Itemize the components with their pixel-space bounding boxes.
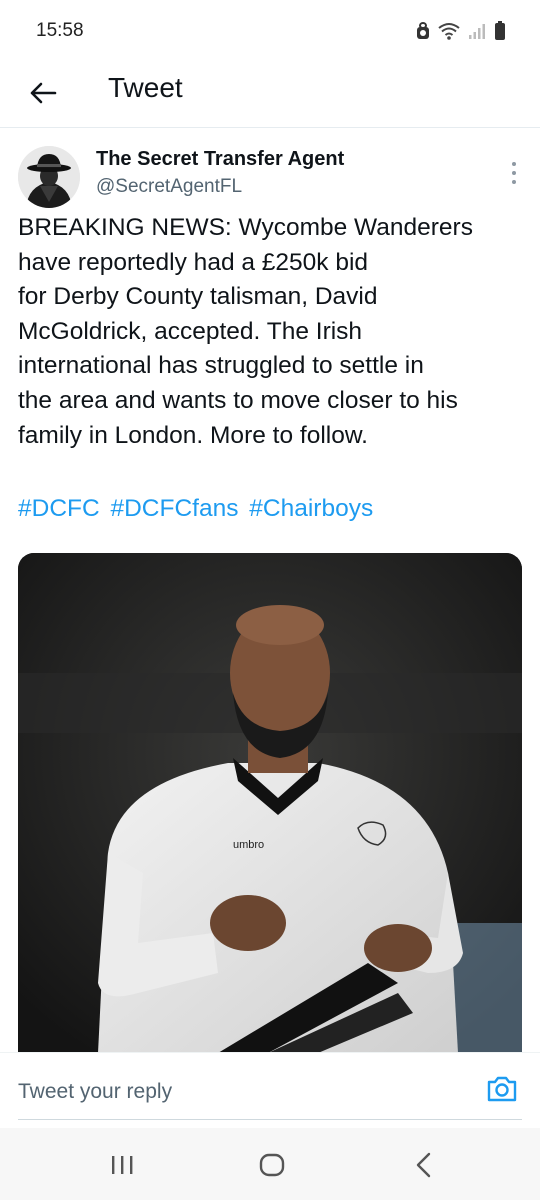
status-time: 15:58 <box>36 20 84 41</box>
home-button[interactable] <box>252 1150 292 1180</box>
camera-button[interactable] <box>486 1075 518 1105</box>
vertical-ellipsis-icon <box>512 180 516 184</box>
tweet-text-line: family in London. More to follow. <box>18 421 368 449</box>
home-icon <box>259 1153 285 1177</box>
tweet-text-line: the area and wants to move closer to his <box>18 386 458 414</box>
page-title: Tweet <box>108 72 183 103</box>
hashtag-chairboys[interactable]: #Chairboys <box>249 495 373 522</box>
reply-input[interactable] <box>18 1077 458 1107</box>
tweet-media-image[interactable]: umbro <box>18 553 522 1053</box>
wifi-icon <box>438 22 460 40</box>
tweet-text-line: international has struggled to settle in <box>18 352 424 380</box>
hashtag-dcfc[interactable]: #DCFC <box>18 495 100 522</box>
status-bar: 15:58 <box>0 0 540 62</box>
recent-apps-icon <box>112 1156 133 1174</box>
tweet-text-line: have reportedly had a £250k bid <box>18 248 369 276</box>
reply-underline <box>18 1119 522 1120</box>
more-options-button[interactable] <box>502 156 526 190</box>
hashtag-list: #DCFC #DCFCfans #Chairboys <box>18 492 377 526</box>
recent-apps-button[interactable] <box>102 1150 142 1180</box>
system-navigation-bar <box>0 1128 540 1200</box>
author-handle[interactable]: @SecretAgentFL <box>96 176 242 198</box>
battery-icon <box>494 21 506 41</box>
reply-bar <box>0 1052 540 1120</box>
arrow-left-icon <box>30 82 57 104</box>
tweet-text: BREAKING NEWS: Wycombe Wanderers have re… <box>18 211 526 453</box>
nav-back-button[interactable] <box>404 1150 444 1180</box>
tweet-text-line: BREAKING NEWS: Wycombe Wanderers <box>18 214 473 241</box>
signal-icon <box>468 22 486 40</box>
back-chevron-icon <box>416 1152 431 1178</box>
camera-icon <box>487 1076 517 1102</box>
spy-avatar-icon <box>18 146 80 208</box>
lock-icon <box>416 22 430 40</box>
tweet-author-row: The Secret Transfer Agent @SecretAgentFL <box>18 146 526 210</box>
top-app-bar: Tweet <box>0 62 540 128</box>
footballer-photo: umbro <box>18 553 522 1053</box>
author-name[interactable]: The Secret Transfer Agent <box>96 148 344 171</box>
vertical-ellipsis-icon <box>512 162 516 166</box>
tweet-text-line: for Derby County talisman, David <box>18 283 378 311</box>
tweet-text-line: McGoldrick, accepted. The Irish <box>18 317 363 345</box>
svg-text:umbro: umbro <box>233 839 264 851</box>
back-button[interactable] <box>22 72 64 114</box>
status-icons <box>416 20 506 42</box>
hashtag-dcfcfans[interactable]: #DCFCfans <box>110 495 238 522</box>
author-avatar[interactable] <box>18 146 80 208</box>
vertical-ellipsis-icon <box>512 171 516 175</box>
